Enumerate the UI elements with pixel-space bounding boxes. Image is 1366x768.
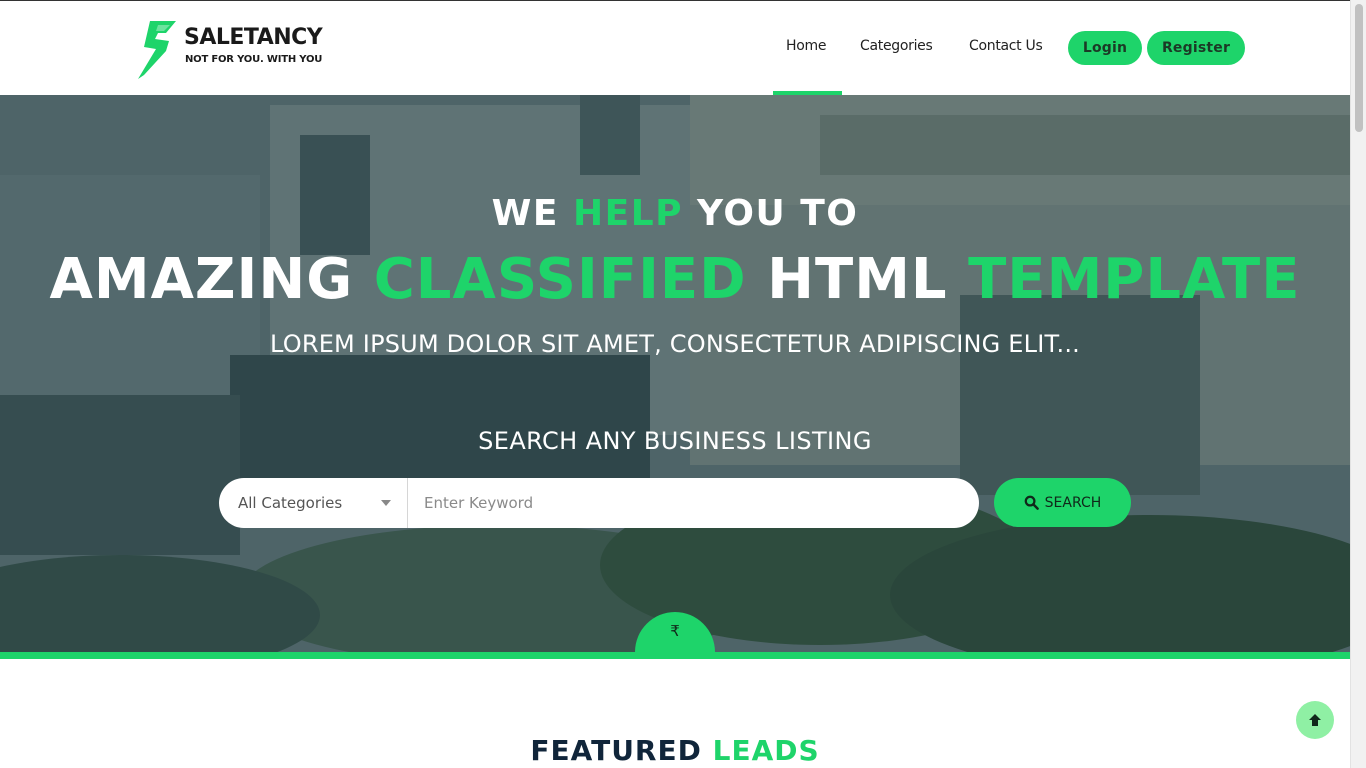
hero-line2-d: TEMPLATE (968, 247, 1301, 312)
hero-headline-large: AMAZING CLASSIFIED HTML TEMPLATE (0, 247, 1350, 312)
arrow-up-icon (1309, 714, 1321, 726)
featured-heading-b: LEADS (712, 734, 820, 767)
register-button[interactable]: Register (1147, 31, 1245, 65)
scrollbar-thumb[interactable] (1355, 4, 1363, 132)
back-to-top-button[interactable] (1296, 701, 1334, 739)
search-heading: SEARCH ANY BUSINESS LISTING (478, 427, 872, 455)
hero-line2-c: HTML (746, 247, 969, 312)
category-select[interactable]: All Categories (219, 478, 408, 528)
hero-line1-c: YOU TO (683, 193, 859, 234)
main-nav: Home Categories Contact Us Login Registe… (0, 1, 1350, 96)
hero-subtitle: LOREM IPSUM DOLOR SIT AMET, CONSECTETUR … (270, 330, 1080, 358)
nav-contact-us[interactable]: Contact Us (969, 38, 1043, 54)
hero-background-image (0, 95, 1350, 652)
featured-heading-a: FEATURED (530, 734, 713, 767)
nav-home[interactable]: Home (786, 38, 826, 54)
nav-categories[interactable]: Categories (860, 38, 933, 54)
page: SALETANCY NOT FOR YOU. WITH YOU Home Cat… (0, 0, 1350, 768)
featured-leads-heading: FEATURED LEADS (0, 734, 1350, 767)
hero-line2-a: AMAZING (49, 247, 374, 312)
hero-banner: WE HELP YOU TO AMAZING CLASSIFIED HTML T… (0, 95, 1350, 652)
hero-line2-b: CLASSIFIED (373, 247, 747, 312)
search-button[interactable]: SEARCH (994, 478, 1131, 527)
search-icon (1024, 495, 1039, 510)
hero-line1-a: WE (491, 193, 573, 234)
hero-headline-small: WE HELP YOU TO (0, 193, 1350, 234)
category-select-value: All Categories (238, 494, 343, 512)
rupee-icon: ₹ (670, 622, 680, 640)
chevron-down-icon (381, 500, 391, 506)
site-header: SALETANCY NOT FOR YOU. WITH YOU Home Cat… (0, 0, 1350, 96)
search-bar: All Categories (219, 478, 979, 528)
page-scrollbar[interactable] (1350, 0, 1366, 768)
hero-line1-b: HELP (572, 193, 684, 234)
keyword-input[interactable] (409, 478, 969, 528)
search-button-label: SEARCH (1044, 494, 1102, 511)
login-button[interactable]: Login (1068, 31, 1142, 65)
